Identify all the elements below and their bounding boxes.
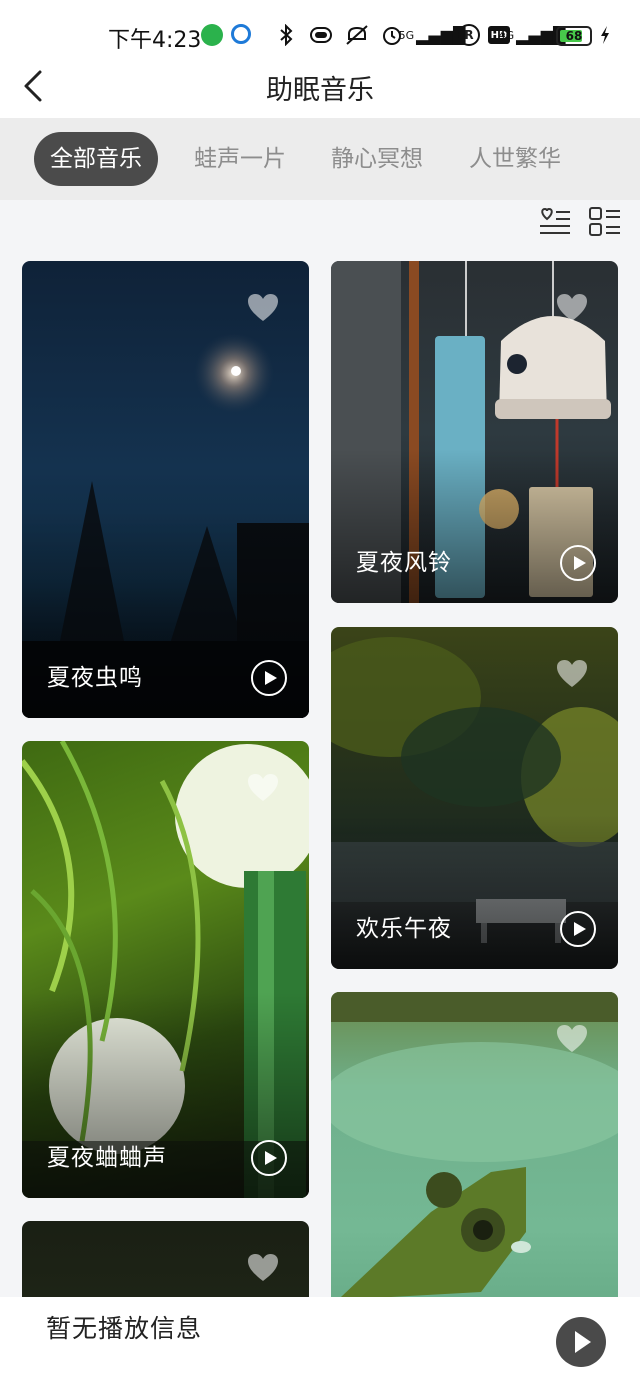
music-card-summer-night-insects[interactable]: 夏夜虫鸣: [22, 261, 309, 718]
tab-frog-sounds[interactable]: 蛙声一片: [194, 132, 286, 186]
signal-4g-label: 4G: [498, 28, 515, 42]
title-bar: 助眠音乐: [0, 56, 640, 118]
tab-meditation[interactable]: 静心冥想: [331, 132, 423, 186]
favorite-heart-icon[interactable]: [247, 293, 279, 323]
music-card-joyful-midnight[interactable]: 欢乐午夜: [331, 627, 618, 969]
battery-icon: 68: [556, 26, 592, 46]
favorite-heart-icon[interactable]: [247, 1253, 279, 1283]
favorite-heart-icon[interactable]: [556, 293, 588, 323]
category-tabs: 全部音乐 蛙声一片 静心冥想 人世繁华: [0, 118, 640, 200]
mute-icon: [346, 25, 368, 45]
card-title: 夏夜蛐蛐声: [47, 1145, 167, 1171]
signal-5g-label: 5G: [398, 28, 415, 42]
app-notification-icon: [231, 24, 251, 44]
music-card-summer-night-windchime[interactable]: 夏夜风铃: [331, 261, 618, 603]
favorite-heart-icon[interactable]: [247, 773, 279, 803]
music-card-summer-night-crickets[interactable]: 夏夜蛐蛐声: [22, 741, 309, 1198]
play-button[interactable]: [251, 660, 287, 696]
vibrate-icon: [310, 27, 332, 43]
wechat-icon: [201, 24, 223, 46]
card-title: 欢乐午夜: [356, 916, 452, 942]
play-button[interactable]: [251, 1140, 287, 1176]
mini-player-bar[interactable]: 暂无播放信息: [0, 1297, 640, 1387]
page-title: 助眠音乐: [266, 75, 374, 106]
status-time: 下午4:23: [108, 28, 202, 53]
play-button[interactable]: [560, 545, 596, 581]
play-button[interactable]: [560, 911, 596, 947]
favorite-heart-icon[interactable]: [556, 659, 588, 689]
charging-icon: [601, 26, 609, 44]
favorite-heart-icon[interactable]: [556, 1024, 588, 1054]
signal-4g-icon: 4G ▂▄▆█: [498, 25, 566, 45]
battery-percent: 68: [565, 29, 583, 43]
registered-icon: R: [458, 24, 480, 46]
player-status-text: 暂无播放信息: [46, 1314, 203, 1343]
signal-5g-icon: 5G ▂▄▆█: [398, 25, 466, 45]
tab-bustling-world[interactable]: 人世繁华: [469, 132, 561, 186]
player-play-button[interactable]: [556, 1317, 606, 1367]
favorites-list-icon[interactable]: [538, 205, 572, 239]
card-title: 夏夜风铃: [356, 550, 452, 576]
grid-view-icon[interactable]: [588, 205, 622, 239]
tab-all-music[interactable]: 全部音乐: [34, 132, 158, 186]
bluetooth-icon: [280, 24, 293, 46]
card-title: 夏夜虫鸣: [47, 665, 143, 691]
